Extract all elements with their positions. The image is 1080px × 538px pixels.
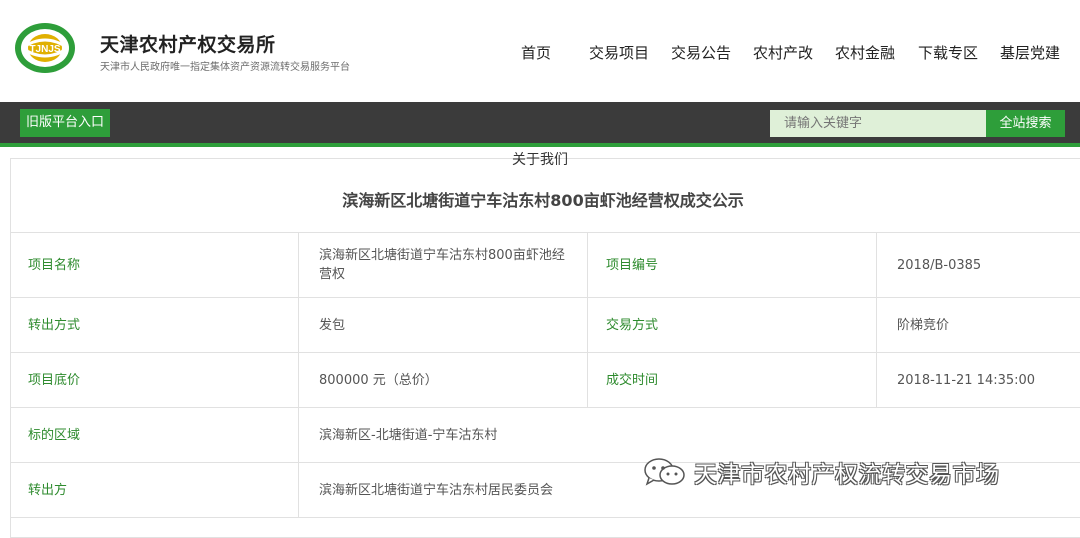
- nav-item-trade-projects[interactable]: 交易项目: [589, 42, 649, 63]
- label-trade-method: 交易方式: [587, 298, 876, 352]
- label-deal-time: 成交时间: [587, 353, 876, 407]
- nav-item-downloads[interactable]: 下载专区: [918, 42, 978, 63]
- table-row: 项目名称 滨海新区北塘街道宁车沽东村800亩虾池经营权 项目编号 2018/B-…: [10, 233, 1080, 298]
- wechat-icon: [644, 458, 685, 486]
- search-input[interactable]: [770, 110, 986, 137]
- label-transferor: 转出方: [28, 482, 68, 498]
- value-project-name: 滨海新区北塘街道宁车沽东村800亩虾池经营权: [298, 233, 587, 297]
- label-base-price: 项目底价: [28, 372, 81, 388]
- section-breadcrumb: 关于我们: [512, 152, 568, 168]
- table-row: 转出方式 发包 交易方式 阶梯竞价: [10, 298, 1080, 353]
- label-target-area: 标的区域: [28, 427, 81, 443]
- nav-item-rural-finance[interactable]: 农村金融: [835, 42, 895, 63]
- nav-item-rural-reform[interactable]: 农村产改: [753, 42, 813, 63]
- table-row: 项目底价 800000 元（总价） 成交时间 2018-11-21 14:35:…: [10, 353, 1080, 408]
- value-base-price: 800000 元（总价）: [298, 353, 587, 407]
- watermark-text: 天津市农村产权流转交易市场: [694, 462, 1000, 488]
- main-nav: 首页 交易项目 交易公告 农村产改 农村金融 下载专区 基层党建: [0, 42, 1080, 62]
- label-project-name: 项目名称: [28, 257, 81, 273]
- toolbar-divider: [0, 143, 1080, 147]
- value-trade-method: 阶梯竞价: [876, 298, 1080, 352]
- label-project-code: 项目编号: [587, 233, 876, 297]
- nav-item-party-building[interactable]: 基层党建: [1000, 42, 1060, 63]
- nav-item-home[interactable]: 首页: [521, 42, 551, 63]
- watermark: 天津市农村产权流转交易市场: [642, 455, 1000, 489]
- notice-title: 滨海新区北塘街道宁车沽东村800亩虾池经营权成交公示: [342, 191, 744, 210]
- value-target-area: 滨海新区-北塘街道-宁车沽东村: [298, 408, 1080, 462]
- site-header: TJNJS 天津农村产权交易所 天津市人民政府唯一指定集体资产资源流转交易服务平…: [0, 0, 1080, 102]
- label-transfer-method: 转出方式: [28, 317, 81, 333]
- value-deal-time: 2018-11-21 14:35:00: [876, 353, 1080, 407]
- search-button[interactable]: 全站搜索: [986, 110, 1065, 137]
- value-project-code: 2018/B-0385: [876, 233, 1080, 297]
- nav-item-trade-notices[interactable]: 交易公告: [671, 42, 731, 63]
- old-platform-button[interactable]: 旧版平台入口: [20, 109, 111, 137]
- value-transfer-method: 发包: [298, 298, 587, 352]
